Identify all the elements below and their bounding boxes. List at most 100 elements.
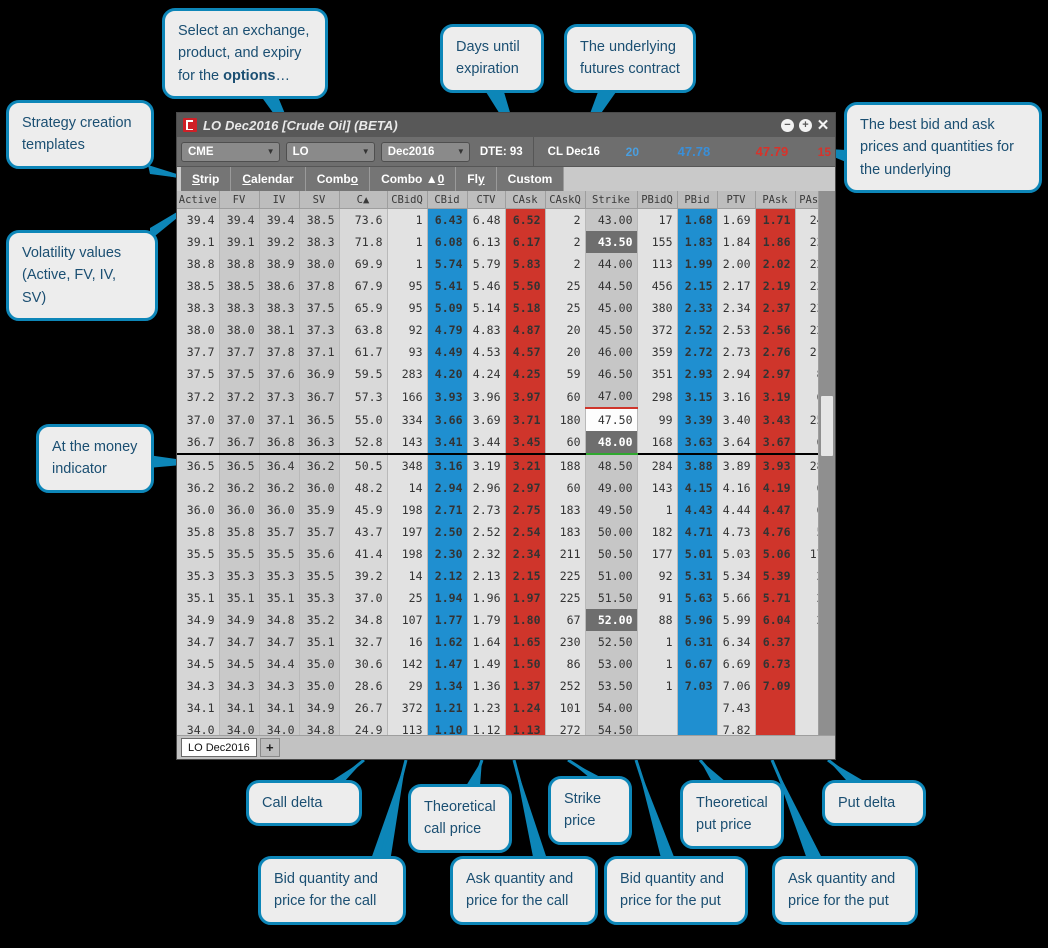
cell-caskq[interactable]: 25 <box>545 297 586 319</box>
cell-sv[interactable]: 38.3 <box>299 231 340 253</box>
cell-pbidq[interactable]: 359 <box>637 341 678 363</box>
cell-paskq[interactable]: 241 <box>795 208 818 231</box>
cell-cask[interactable]: 6.52 <box>505 208 546 231</box>
cell-caskq[interactable]: 180 <box>545 408 586 431</box>
exchange-dropdown[interactable]: CME ▼ <box>181 141 280 162</box>
cell-iv[interactable]: 38.1 <box>259 319 300 341</box>
cell-cbid[interactable]: 1.47 <box>427 653 468 675</box>
table-row[interactable]: 37.5 37.5 37.6 36.9 59.5 283 4.20 4.24 4.25 59 46.… <box>177 363 818 385</box>
table-row[interactable]: 34.5 34.5 34.4 35.0 30.6 142 1.47 1.49 1.50 86 53.… <box>177 653 818 675</box>
cell-cbidq[interactable]: 197 <box>387 521 428 543</box>
cell-strike[interactable]: 47.00 <box>585 385 638 408</box>
cell-pbid[interactable]: 2.33 <box>677 297 718 319</box>
cell-paskq[interactable]: 1 <box>795 675 818 697</box>
cell-ptv[interactable]: 1.84 <box>717 231 756 253</box>
cell-pbidq[interactable]: 88 <box>637 609 678 631</box>
cell-caskq[interactable]: 20 <box>545 319 586 341</box>
cell-pask[interactable]: 7.09 <box>755 675 796 697</box>
cell-caskq[interactable]: 183 <box>545 521 586 543</box>
cell-pbidq[interactable]: 298 <box>637 385 678 408</box>
cell-ctv[interactable]: 3.19 <box>467 454 506 477</box>
cell-ctv[interactable]: 1.23 <box>467 697 506 719</box>
cell-ctv[interactable]: 5.79 <box>467 253 506 275</box>
cell-paskq[interactable]: 177 <box>795 543 818 565</box>
cell-sv[interactable]: 37.5 <box>299 297 340 319</box>
cell-pbidq[interactable]: 155 <box>637 231 678 253</box>
cell-cdelta[interactable]: 45.9 <box>339 499 388 521</box>
cell-fv[interactable]: 34.9 <box>219 609 260 631</box>
cell-strike[interactable]: 43.00 <box>585 208 638 231</box>
table-row[interactable]: 39.1 39.1 39.2 38.3 71.8 1 6.08 6.13 6.17 2 43.50 1… <box>177 231 818 253</box>
column-header-fv[interactable]: FV <box>219 191 260 209</box>
maximize-icon[interactable]: + <box>799 118 812 132</box>
cell-cbid[interactable]: 1.77 <box>427 609 468 631</box>
cell-strike[interactable]: 49.00 <box>585 477 638 499</box>
cell-cbidq[interactable]: 198 <box>387 543 428 565</box>
column-header-pbid[interactable]: PBid <box>677 191 718 209</box>
cell-strike[interactable]: 52.50 <box>585 631 638 653</box>
cell-strike[interactable]: 50.50 <box>585 543 638 565</box>
cell-pask[interactable]: 1.71 <box>755 208 796 231</box>
cell-ctv[interactable]: 2.32 <box>467 543 506 565</box>
cell-sv[interactable]: 36.7 <box>299 385 340 408</box>
cell-cbid[interactable]: 6.43 <box>427 208 468 231</box>
cell-iv[interactable]: 34.7 <box>259 631 300 653</box>
cell-pask[interactable]: 6.37 <box>755 631 796 653</box>
cell-cask[interactable]: 6.17 <box>505 231 546 253</box>
cell-cbid[interactable]: 2.30 <box>427 543 468 565</box>
strategy-button-combo[interactable]: Combo <box>305 167 371 191</box>
cell-pask[interactable]: 6.73 <box>755 653 796 675</box>
cell-sv[interactable]: 35.6 <box>299 543 340 565</box>
cell-strike[interactable]: 53.00 <box>585 653 638 675</box>
sheet-tab-lo-dec2016[interactable]: LO Dec2016 <box>181 738 257 757</box>
cell-iv[interactable]: 37.6 <box>259 363 300 385</box>
cell-caskq[interactable]: 60 <box>545 477 586 499</box>
cell-ctv[interactable]: 2.96 <box>467 477 506 499</box>
cell-cbid[interactable]: 1.34 <box>427 675 468 697</box>
cell-cask[interactable]: 1.97 <box>505 587 546 609</box>
cell-paskq[interactable]: 229 <box>795 253 818 275</box>
underlying-bid-price[interactable]: 47.78 <box>678 144 756 159</box>
cell-sv[interactable]: 35.7 <box>299 521 340 543</box>
cell-strike[interactable]: 48.00 <box>585 431 638 455</box>
cell-caskq[interactable]: 272 <box>545 719 586 735</box>
cell-caskq[interactable]: 230 <box>545 631 586 653</box>
cell-caskq[interactable]: 86 <box>545 653 586 675</box>
cell-sv[interactable]: 37.1 <box>299 341 340 363</box>
cell-ptv[interactable]: 4.16 <box>717 477 756 499</box>
cell-fv[interactable]: 38.8 <box>219 253 260 275</box>
cell-iv[interactable]: 34.0 <box>259 719 300 735</box>
cell-pbidq[interactable]: 372 <box>637 319 678 341</box>
cell-ptv[interactable]: 2.34 <box>717 297 756 319</box>
cell-fv[interactable]: 38.0 <box>219 319 260 341</box>
cell-sv[interactable]: 35.2 <box>299 609 340 631</box>
cell-cask[interactable]: 3.21 <box>505 454 546 477</box>
cell-fv[interactable]: 39.4 <box>219 208 260 231</box>
cell-pbidq[interactable]: 168 <box>637 431 678 455</box>
cell-active[interactable]: 34.7 <box>177 631 220 653</box>
cell-ctv[interactable]: 3.96 <box>467 385 506 408</box>
cell-pbidq[interactable]: 380 <box>637 297 678 319</box>
cell-paskq[interactable]: 59 <box>795 521 818 543</box>
cell-ptv[interactable]: 7.06 <box>717 675 756 697</box>
cell-paskq[interactable]: 253 <box>795 408 818 431</box>
cell-ctv[interactable]: 4.24 <box>467 363 506 385</box>
cell-caskq[interactable]: 59 <box>545 363 586 385</box>
cell-pbid[interactable]: 7.03 <box>677 675 718 697</box>
cell-sv[interactable]: 36.5 <box>299 408 340 431</box>
cell-active[interactable]: 36.7 <box>177 431 220 455</box>
cell-active[interactable]: 35.3 <box>177 565 220 587</box>
cell-active[interactable]: 37.5 <box>177 363 220 385</box>
cell-caskq[interactable]: 225 <box>545 565 586 587</box>
cell-active[interactable]: 34.0 <box>177 719 220 735</box>
cell-pask[interactable]: 2.56 <box>755 319 796 341</box>
expiry-dropdown[interactable]: Dec2016 ▼ <box>380 141 470 162</box>
cell-pbid[interactable]: 5.31 <box>677 565 718 587</box>
cell-cbidq[interactable]: 372 <box>387 697 428 719</box>
cell-pask[interactable]: 5.06 <box>755 543 796 565</box>
cell-strike[interactable]: 54.50 <box>585 719 638 735</box>
cell-fv[interactable]: 36.7 <box>219 431 260 455</box>
cell-ptv[interactable]: 3.40 <box>717 408 756 431</box>
cell-cbidq[interactable]: 283 <box>387 363 428 385</box>
cell-strike[interactable]: 47.50 <box>585 407 638 431</box>
